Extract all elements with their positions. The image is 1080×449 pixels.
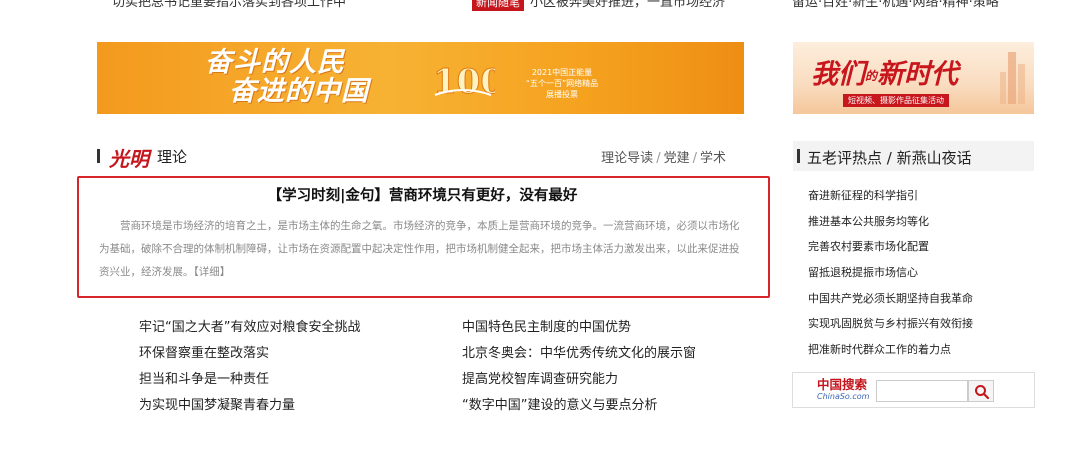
list-item: 环保督察重在整改落实 北京冬奥会：中华优秀传统文化的展示窗 [139, 344, 739, 370]
search-button[interactable] [968, 380, 994, 402]
link-separator: / [656, 151, 661, 166]
theory-section-title: 理论 [157, 148, 188, 166]
list-item: 牢记“国之大者”有效应对粮食安全挑战 中国特色民主制度的中国优势 [139, 318, 739, 344]
article-link[interactable]: 提高党校智库调查研究能力 [462, 370, 618, 390]
sidebar-item[interactable]: 把准新时代群众工作的着力点 [808, 341, 1028, 367]
building-decoration-icon [1000, 52, 1025, 104]
top-news-strip: 切实把总书记重要指示落实到各项工作中 新闻随笔 小区被奔美好推进，一直市场经济 留… [0, 0, 1080, 11]
banner-info-line3: 展播投票 [546, 90, 578, 99]
banner-new-era-title-small: 的 [865, 69, 878, 83]
featured-article-more-link[interactable]: 【详细】 [194, 266, 231, 278]
chinaso-logo-en: ChinaSo.com [817, 392, 870, 401]
featured-article-summary: 营商环境是市场经济的培育之土，是市场主体的生命之氧。市场经济的竞争，本质上是营商… [99, 215, 746, 284]
banner-new-era-title: 我们的新时代 [811, 52, 958, 91]
centenary-100-logo: 100 [433, 62, 496, 102]
svg-text:100: 100 [433, 62, 495, 101]
article-link[interactable]: 为实现中国梦凝聚青春力量 [139, 396, 295, 416]
banner-info-line2: “五个一百”网络精品 [525, 79, 599, 88]
featured-article: 【学习时刻|金句】营商环境只有更好，没有最好 营商环境是市场经济的培育之土，是市… [77, 176, 770, 298]
search-icon [975, 385, 990, 400]
banner-new-era-title-a: 我们 [811, 59, 865, 90]
chinaso-logo-cn: 中国搜索 [817, 377, 868, 392]
sidebar-article-list: 奋进新征程的科学指引 推进基本公共服务均等化 完善农村要素市场化配置 留抵退税提… [808, 187, 1028, 367]
banner-info-line1: 2021中国正能量 [531, 68, 593, 77]
article-link[interactable]: “数字中国”建设的意义与要点分析 [462, 396, 657, 416]
link-separator: / [692, 151, 697, 166]
top-strip-right-links[interactable]: 留运·百姓·新生·机遇·网络·精神·策略 [792, 0, 999, 10]
list-item: 担当和斗争是一种责任 提高党校智库调查研究能力 [139, 370, 739, 396]
search-input[interactable] [876, 380, 968, 402]
article-link[interactable]: 北京冬奥会：中华优秀传统文化的展示窗 [462, 344, 696, 364]
banner-new-era-title-b: 新时代 [877, 59, 959, 90]
banner-info: 2021中国正能量 “五个一百”网络精品 展播投票 [507, 67, 617, 100]
banner-slogan-line1: 奋斗的人民 [205, 47, 345, 78]
banner-new-era-subtitle: 短视频、摄影作品征集活动 [843, 94, 949, 107]
sidebar-item[interactable]: 奋进新征程的科学指引 [808, 187, 1028, 213]
banner-slogan: 奋斗的人民 奋进的中国 [205, 48, 369, 106]
top-strip-left-link[interactable]: 切实把总书记重要指示落实到各项工作中 [112, 0, 346, 10]
theory-article-list: 牢记“国之大者”有效应对粮食安全挑战 中国特色民主制度的中国优势 环保督察重在整… [139, 318, 739, 422]
list-item: 为实现中国梦凝聚青春力量 “数字中国”建设的意义与要点分析 [139, 396, 739, 422]
sidebar-item[interactable]: 中国共产党必须长期坚持自我革命 [808, 290, 1028, 316]
article-link[interactable]: 中国特色民主制度的中国优势 [462, 318, 631, 338]
article-link[interactable]: 牢记“国之大者”有效应对粮食安全挑战 [139, 318, 360, 338]
sidebar-title[interactable]: 五老评热点 / 新燕山夜话 [807, 147, 972, 168]
banner-slogan-line2: 奋进的中国 [229, 76, 369, 107]
link-academic[interactable]: 学术 [700, 151, 726, 166]
theory-section-links: 理论导读 / 党建 / 学术 [601, 147, 726, 166]
chinaso-logo: 中国搜索 ChinaSo.com [817, 378, 877, 404]
link-theory-guide[interactable]: 理论导读 [601, 151, 653, 166]
sidebar-item[interactable]: 完善农村要素市场化配置 [808, 238, 1028, 264]
chinaso-search-box: 中国搜索 ChinaSo.com [792, 372, 1035, 408]
banner-positive-energy[interactable]: 奋斗的人民 奋进的中国 100 2021中国正能量 “五个一百”网络精品 展播投… [97, 42, 744, 114]
sidebar-item[interactable]: 留抵退税提振市场信心 [808, 264, 1028, 290]
section-bar-marker [797, 149, 800, 163]
sidebar-header: 五老评热点 / 新燕山夜话 [793, 141, 1034, 171]
guangming-logo: 光明 [109, 147, 149, 171]
sidebar-item[interactable]: 推进基本公共服务均等化 [808, 213, 1028, 239]
link-party-building[interactable]: 党建 [664, 151, 690, 166]
article-link[interactable]: 担当和斗争是一种责任 [139, 370, 269, 390]
theory-section-header: 光明 理论 理论导读 / 党建 / 学术 [97, 143, 744, 171]
banner-new-era[interactable]: 我们的新时代 短视频、摄影作品征集活动 [793, 42, 1034, 114]
news-tag-badge: 新闻随笔 [472, 0, 524, 11]
section-bar-marker [97, 149, 100, 163]
top-strip-mid-link[interactable]: 小区被奔美好推进，一直市场经济 [530, 0, 725, 10]
top-strip-mid: 新闻随笔 小区被奔美好推进，一直市场经济 [472, 0, 725, 11]
sidebar-item[interactable]: 实现巩固脱贫与乡村振兴有效衔接 [808, 315, 1028, 341]
article-link[interactable]: 环保督察重在整改落实 [139, 344, 269, 364]
featured-article-title[interactable]: 【学习时刻|金句】营商环境只有更好，没有最好 [99, 186, 746, 206]
